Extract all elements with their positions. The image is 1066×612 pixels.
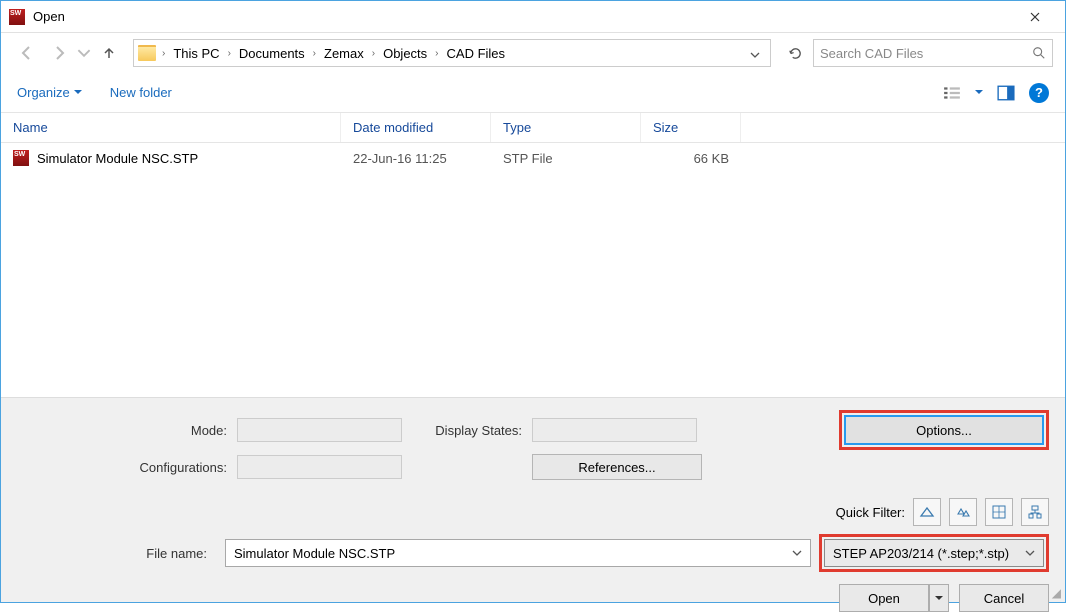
navbar: › This PC › Documents › Zemax › Objects … xyxy=(1,33,1065,73)
chevron-down-icon[interactable] xyxy=(744,46,766,61)
open-split-button[interactable] xyxy=(929,584,949,612)
toolbar: Organize New folder ? xyxy=(1,73,1065,113)
col-date[interactable]: Date modified xyxy=(341,113,491,142)
window-title: Open xyxy=(33,9,65,24)
quickfilter-toplevel-icon[interactable] xyxy=(1021,498,1049,526)
up-button[interactable] xyxy=(95,39,123,67)
mode-label: Mode: xyxy=(17,423,237,438)
column-headers: Name Date modified Type Size xyxy=(1,113,1065,143)
chevron-down-icon[interactable] xyxy=(792,550,802,556)
breadcrumb-item[interactable]: CAD Files xyxy=(443,46,510,61)
chevron-right-icon: › xyxy=(160,48,167,59)
filename-label: File name: xyxy=(17,546,217,561)
col-size[interactable]: Size xyxy=(641,113,741,142)
back-button[interactable] xyxy=(13,39,41,67)
displaystates-label: Display States: xyxy=(402,423,532,438)
chevron-down-icon[interactable] xyxy=(975,90,983,95)
mode-select xyxy=(237,418,402,442)
resize-grip-icon[interactable]: ◢ xyxy=(1052,586,1061,600)
file-row[interactable]: Simulator Module NSC.STP 22-Jun-16 11:25… xyxy=(1,143,1065,173)
preview-pane-button[interactable] xyxy=(997,84,1015,102)
displaystates-select xyxy=(532,418,697,442)
highlight-filter: STEP AP203/214 (*.step;*.stp) xyxy=(819,534,1049,572)
breadcrumb-path[interactable]: › This PC › Documents › Zemax › Objects … xyxy=(133,39,771,67)
refresh-button[interactable] xyxy=(781,39,809,67)
file-size: 66 KB xyxy=(641,151,741,166)
col-type[interactable]: Type xyxy=(491,113,641,142)
breadcrumb-item[interactable]: This PC xyxy=(169,46,223,61)
view-mode-button[interactable] xyxy=(943,84,961,102)
file-icon xyxy=(13,150,29,166)
breadcrumb-item[interactable]: Zemax xyxy=(320,46,368,61)
file-date: 22-Jun-16 11:25 xyxy=(341,151,491,166)
search-placeholder: Search CAD Files xyxy=(820,46,1032,61)
breadcrumb-item[interactable]: Objects xyxy=(379,46,431,61)
help-button[interactable]: ? xyxy=(1029,83,1049,103)
options-button[interactable]: Options... xyxy=(844,415,1044,445)
file-name: Simulator Module NSC.STP xyxy=(37,151,198,166)
chevron-right-icon: › xyxy=(226,48,233,59)
chevron-right-icon: › xyxy=(311,48,318,59)
open-button[interactable]: Open xyxy=(839,584,929,612)
titlebar: Open xyxy=(1,1,1065,33)
quickfilter-label: Quick Filter: xyxy=(836,505,905,520)
chevron-right-icon: › xyxy=(433,48,440,59)
filetype-select[interactable]: STEP AP203/214 (*.step;*.stp) xyxy=(824,539,1044,567)
breadcrumb-item[interactable]: Documents xyxy=(235,46,309,61)
file-list: Simulator Module NSC.STP 22-Jun-16 11:25… xyxy=(1,143,1065,363)
references-button[interactable]: References... xyxy=(532,454,702,480)
chevron-down-icon xyxy=(1025,550,1035,556)
cancel-button[interactable]: Cancel xyxy=(959,584,1049,612)
newfolder-button[interactable]: New folder xyxy=(110,85,172,100)
forward-button[interactable] xyxy=(45,39,73,67)
search-input[interactable]: Search CAD Files xyxy=(813,39,1053,67)
filename-input[interactable]: Simulator Module NSC.STP xyxy=(225,539,811,567)
file-type: STP File xyxy=(491,151,641,166)
configurations-label: Configurations: xyxy=(17,460,237,475)
chevron-right-icon: › xyxy=(370,48,377,59)
col-name[interactable]: Name xyxy=(1,113,341,142)
search-icon xyxy=(1032,46,1046,60)
quickfilter-parts-icon[interactable] xyxy=(913,498,941,526)
close-button[interactable] xyxy=(1012,2,1057,32)
options-panel: Mode: Display States: Options... Configu… xyxy=(1,397,1065,602)
folder-icon xyxy=(138,45,156,61)
organize-button[interactable]: Organize xyxy=(17,85,82,100)
recent-dropdown[interactable] xyxy=(77,39,91,67)
quickfilter-assemblies-icon[interactable] xyxy=(949,498,977,526)
configurations-select xyxy=(237,455,402,479)
highlight-options: Options... xyxy=(839,410,1049,450)
app-icon xyxy=(9,9,25,25)
quickfilter-drawings-icon[interactable] xyxy=(985,498,1013,526)
